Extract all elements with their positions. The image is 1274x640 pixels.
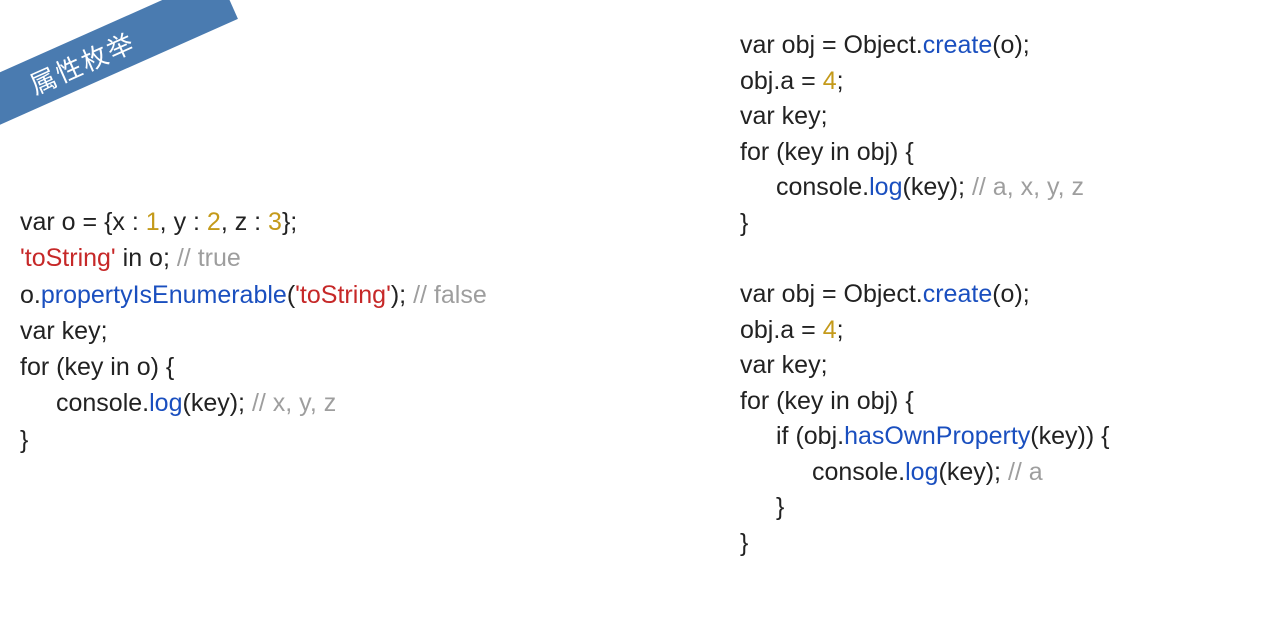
comment: // a, x, y, z [972,173,1084,201]
txt: console. [56,389,149,417]
code-line: var obj = Object.create(o); [740,277,1109,313]
txt: obj.a = [740,67,823,95]
txt: console. [812,458,905,486]
txt: (key); [903,173,972,201]
code-line: } [740,490,1109,526]
number-literal: 1 [146,208,160,236]
method-name: create [923,280,992,308]
code-line: if (obj.hasOwnProperty(key)) { [740,419,1109,455]
string-literal: 'toString' [20,244,116,272]
txt: var obj = Object. [740,280,923,308]
txt: o. [20,281,41,309]
txt: obj.a = [740,316,823,344]
code-line: obj.a = 4; [740,64,1109,100]
code-line: obj.a = 4; [740,313,1109,349]
comment: // false [413,281,487,309]
method-name: create [923,31,992,59]
code-line: for (key in obj) { [740,384,1109,420]
txt: var obj = Object. [740,31,923,59]
txt: }; [282,208,297,236]
comment: // true [177,244,241,272]
comment: // x, y, z [252,389,336,417]
code-line: var obj = Object.create(o); [740,28,1109,64]
code-line: } [740,526,1109,562]
method-name: propertyIsEnumerable [41,281,287,309]
number-literal: 4 [823,316,837,344]
txt: , z : [221,208,268,236]
txt: ( [287,281,295,309]
txt: (key); [183,389,252,417]
txt: (key); [939,458,1008,486]
code-line: console.log(key); // a, x, y, z [740,170,1109,206]
txt: (o); [992,280,1030,308]
txt: (key)) { [1030,422,1109,450]
code-line: var key; [20,313,487,349]
code-line: console.log(key); // a [740,455,1109,491]
code-line: } [20,422,487,458]
string-literal: 'toString' [295,281,391,309]
txt: , y : [160,208,207,236]
code-line: } [740,206,1109,242]
code-line: var key; [740,99,1109,135]
txt: ; [837,67,844,95]
code-line: var key; [740,348,1109,384]
number-literal: 4 [823,67,837,95]
number-literal: 3 [268,208,282,236]
method-name: log [149,389,182,417]
spacer [740,241,1109,277]
txt: ; [837,316,844,344]
code-line: var o = {x : 1, y : 2, z : 3}; [20,204,487,240]
method-name: log [905,458,938,486]
code-line: o.propertyIsEnumerable('toString'); // f… [20,277,487,313]
code-block-right: var obj = Object.create(o); obj.a = 4; v… [740,28,1109,561]
slide-ribbon: 属性枚举 [0,0,238,149]
ribbon-title: 属性枚举 [23,22,140,101]
code-line: console.log(key); // x, y, z [20,385,487,421]
code-line: for (key in o) { [20,349,487,385]
txt: ); [391,281,413,309]
method-name: log [869,173,902,201]
code-block-left: var o = {x : 1, y : 2, z : 3}; 'toString… [20,204,487,458]
code-line: for (key in obj) { [740,135,1109,171]
txt: in o; [116,244,177,272]
comment: // a [1008,458,1043,486]
txt: if (obj. [776,422,844,450]
code-line: 'toString' in o; // true [20,240,487,276]
txt: console. [776,173,869,201]
method-name: hasOwnProperty [844,422,1030,450]
txt: var o = {x : [20,208,146,236]
txt: (o); [992,31,1030,59]
number-literal: 2 [207,208,221,236]
